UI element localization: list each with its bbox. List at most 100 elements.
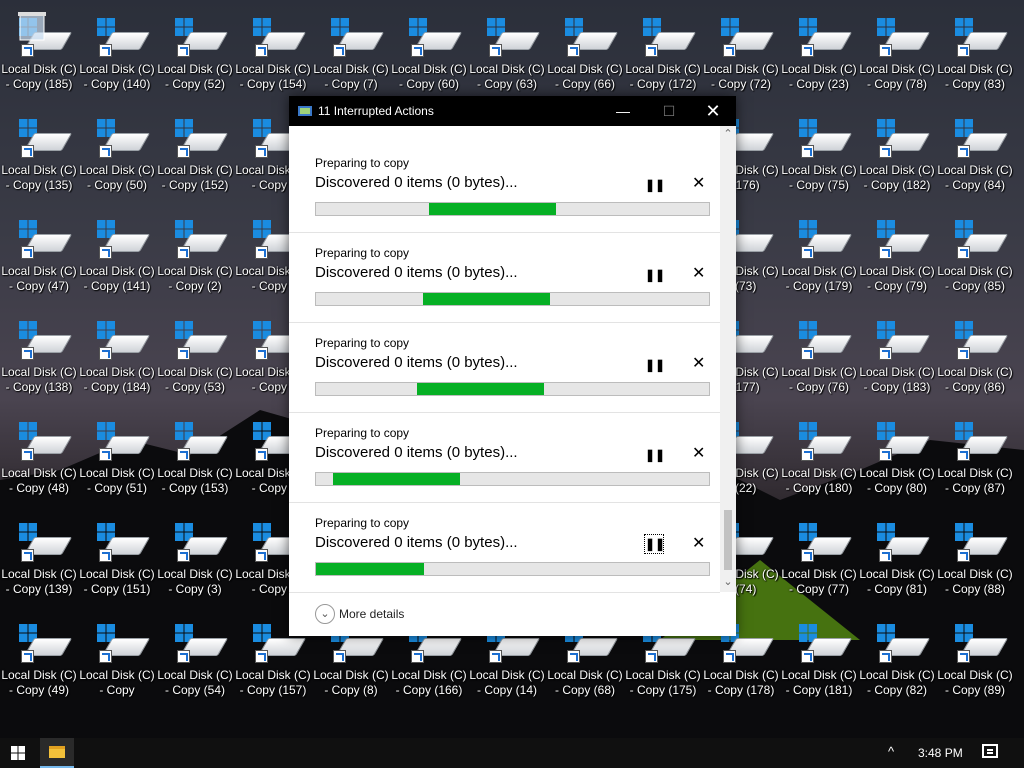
- desktop-icon-partial[interactable]: [1015, 202, 1024, 298]
- desktop-icon-local-disk[interactable]: Local Disk (C) - Copy (181): [781, 606, 857, 702]
- folder-icon: [49, 746, 65, 758]
- desktop-icon-partial[interactable]: [1015, 606, 1024, 702]
- icon-label-line2: - Copy (85): [944, 279, 1006, 293]
- desktop-icon-local-disk[interactable]: Local Disk (C) - Copy (2): [157, 202, 233, 298]
- local-disk-icon: [871, 422, 931, 462]
- action-center-icon[interactable]: [982, 744, 998, 758]
- desktop-icon-local-disk[interactable]: Local Disk (C) - Copy: [79, 606, 155, 702]
- scroll-down-icon[interactable]: ⌄: [720, 574, 736, 590]
- pause-icon[interactable]: ❚❚: [645, 446, 665, 464]
- desktop-icon-local-disk[interactable]: Local Disk (C) - Copy (151): [79, 505, 155, 601]
- icon-label-line1: Local Disk (C): [937, 466, 1013, 480]
- desktop-icon-local-disk[interactable]: Local Disk (C) - Copy (87): [937, 404, 1013, 500]
- desktop-icon-local-disk[interactable]: Local Disk (C) - Copy (72): [703, 0, 779, 96]
- desktop-icon-local-disk[interactable]: Local Disk (C) - Copy (89): [937, 606, 1013, 702]
- desktop-icon-local-disk[interactable]: Local Disk (C) - Copy (81): [859, 505, 935, 601]
- local-disk-icon: [871, 119, 931, 159]
- show-hidden-icons-button[interactable]: ^: [888, 744, 894, 759]
- pause-icon[interactable]: ❚❚: [645, 266, 665, 284]
- desktop-icon-partial[interactable]: [1015, 0, 1024, 96]
- desktop-icon-local-disk[interactable]: Local Disk (C) - Copy (76): [781, 303, 857, 399]
- cancel-icon[interactable]: ✕: [692, 355, 705, 373]
- desktop-icon-local-disk[interactable]: Local Disk (C) - Copy (75): [781, 101, 857, 197]
- cancel-icon[interactable]: ✕: [692, 265, 705, 283]
- icon-label-line2: - Copy (72): [710, 77, 772, 91]
- desktop-icon-local-disk[interactable]: Local Disk (C) - Copy (153): [157, 404, 233, 500]
- desktop-icon-local-disk[interactable]: Local Disk (C) - Copy (23): [781, 0, 857, 96]
- icon-label-line2: - Copy (51): [86, 481, 148, 495]
- dialog-titlebar[interactable]: 11 Interrupted Actions — ☐ ✕: [289, 96, 736, 126]
- operation-status: Preparing to copy: [315, 246, 410, 260]
- desktop-icon-local-disk[interactable]: Local Disk (C) - Copy (172): [625, 0, 701, 96]
- desktop-icon-local-disk[interactable]: Local Disk (C) - Copy (7): [313, 0, 389, 96]
- local-disk-icon: [793, 18, 853, 58]
- desktop-icon-local-disk[interactable]: Local Disk (C) - Copy (141): [79, 202, 155, 298]
- icon-label-line2: - Copy (82): [866, 683, 928, 697]
- icon-label-line2: - Copy (88): [944, 582, 1006, 596]
- desktop-icon-local-disk[interactable]: Local Disk (C) - Copy (78): [859, 0, 935, 96]
- maximize-button[interactable]: ☐: [646, 96, 692, 126]
- desktop-icon-local-disk[interactable]: Local Disk (C) - Copy (152): [157, 101, 233, 197]
- start-button[interactable]: [0, 738, 36, 768]
- desktop-icon-local-disk[interactable]: Local Disk (C) - Copy (184): [79, 303, 155, 399]
- desktop-icon-partial[interactable]: [1015, 101, 1024, 197]
- desktop-icon-local-disk[interactable]: Local Disk (C) - Copy (183): [859, 303, 935, 399]
- pause-icon[interactable]: ❚❚: [645, 176, 665, 194]
- desktop-icon-local-disk[interactable]: Local Disk (C) - Copy (80): [859, 404, 935, 500]
- pause-icon[interactable]: ❚❚: [645, 356, 665, 374]
- desktop-icon-local-disk[interactable]: Local Disk (C) - Copy (154): [235, 0, 311, 96]
- icon-label-line1: Local Disk (C): [235, 62, 311, 76]
- desktop-icon-local-disk[interactable]: Local Disk (C) - Copy (85): [937, 202, 1013, 298]
- desktop-icon-local-disk[interactable]: Local Disk (C) - Copy (54): [157, 606, 233, 702]
- taskbar-clock[interactable]: 3:48 PM: [918, 746, 963, 760]
- icon-label-line2: - Copy (181): [785, 683, 853, 697]
- desktop-icon-local-disk[interactable]: Local Disk (C) - Copy (66): [547, 0, 623, 96]
- cancel-icon[interactable]: ✕: [692, 445, 705, 463]
- desktop-icon-local-disk[interactable]: Local Disk (C) - Copy (53): [157, 303, 233, 399]
- desktop-icon-local-disk[interactable]: Local Disk (C) - Copy (84): [937, 101, 1013, 197]
- desktop-icon-local-disk[interactable]: Local Disk (C) - Copy (48): [1, 404, 77, 500]
- pause-icon[interactable]: ❚❚: [644, 534, 665, 554]
- recycle-bin-icon[interactable]: [10, 10, 54, 50]
- icon-label-line1: Local Disk (C): [937, 163, 1013, 177]
- cancel-icon[interactable]: ✕: [692, 175, 705, 193]
- desktop-icon-local-disk[interactable]: Local Disk (C) - Copy (179): [781, 202, 857, 298]
- desktop-icon-local-disk[interactable]: Local Disk (C) - Copy (83): [937, 0, 1013, 96]
- desktop-icon-local-disk[interactable]: Local Disk (C) - Copy (139): [1, 505, 77, 601]
- desktop-icon-local-disk[interactable]: Local Disk (C) - Copy (3): [157, 505, 233, 601]
- desktop-icon-local-disk[interactable]: Local Disk (C) - Copy (50): [79, 101, 155, 197]
- desktop-icon-local-disk[interactable]: Local Disk (C) - Copy (79): [859, 202, 935, 298]
- desktop-icon-local-disk[interactable]: Local Disk (C) - Copy (52): [157, 0, 233, 96]
- desktop-icon-local-disk[interactable]: Local Disk (C) - Copy (140): [79, 0, 155, 96]
- scroll-up-icon[interactable]: ⌃: [720, 126, 736, 142]
- desktop-icon-local-disk[interactable]: Local Disk (C) - Copy (135): [1, 101, 77, 197]
- icon-label-line2: - Copy (49): [8, 683, 70, 697]
- file-explorer-taskbar-button[interactable]: [40, 738, 74, 768]
- desktop-icon-local-disk[interactable]: Local Disk (C) - Copy (182): [859, 101, 935, 197]
- close-button[interactable]: ✕: [690, 96, 736, 126]
- desktop-icon-local-disk[interactable]: Local Disk (C) - Copy (63): [469, 0, 545, 96]
- minimize-button[interactable]: —: [600, 96, 646, 126]
- icon-label-line1: Local Disk (C): [937, 668, 1013, 682]
- local-disk-icon: [871, 523, 931, 563]
- desktop-icon-local-disk[interactable]: Local Disk (C) - Copy (47): [1, 202, 77, 298]
- operation-status: Preparing to copy: [315, 426, 410, 440]
- desktop-icon-local-disk[interactable]: Local Disk (C) - Copy (138): [1, 303, 77, 399]
- desktop-icon-partial[interactable]: [1015, 303, 1024, 399]
- scrollbar[interactable]: ⌃ ⌄: [720, 126, 736, 592]
- desktop-icon-local-disk[interactable]: Local Disk (C) - Copy (49): [1, 606, 77, 702]
- desktop-icon-partial[interactable]: [1015, 505, 1024, 601]
- desktop-icon-local-disk[interactable]: Local Disk (C) - Copy (51): [79, 404, 155, 500]
- cancel-icon[interactable]: ✕: [692, 535, 705, 553]
- desktop-icon-local-disk[interactable]: Local Disk (C) - Copy (77): [781, 505, 857, 601]
- desktop-icon-local-disk[interactable]: Local Disk (C) - Copy (60): [391, 0, 467, 96]
- desktop-icon-local-disk[interactable]: Local Disk (C) - Copy (86): [937, 303, 1013, 399]
- desktop-icon-local-disk[interactable]: Local Disk (C) - Copy (180): [781, 404, 857, 500]
- icon-label-line2: - Copy: [99, 683, 135, 697]
- local-disk-icon: [949, 523, 1009, 563]
- icon-label-line1: Local Disk (C): [157, 365, 233, 379]
- desktop-icon-local-disk[interactable]: Local Disk (C) - Copy (88): [937, 505, 1013, 601]
- desktop-icon-partial[interactable]: [1015, 404, 1024, 500]
- desktop-icon-local-disk[interactable]: Local Disk (C) - Copy (82): [859, 606, 935, 702]
- scroll-thumb[interactable]: [724, 510, 732, 570]
